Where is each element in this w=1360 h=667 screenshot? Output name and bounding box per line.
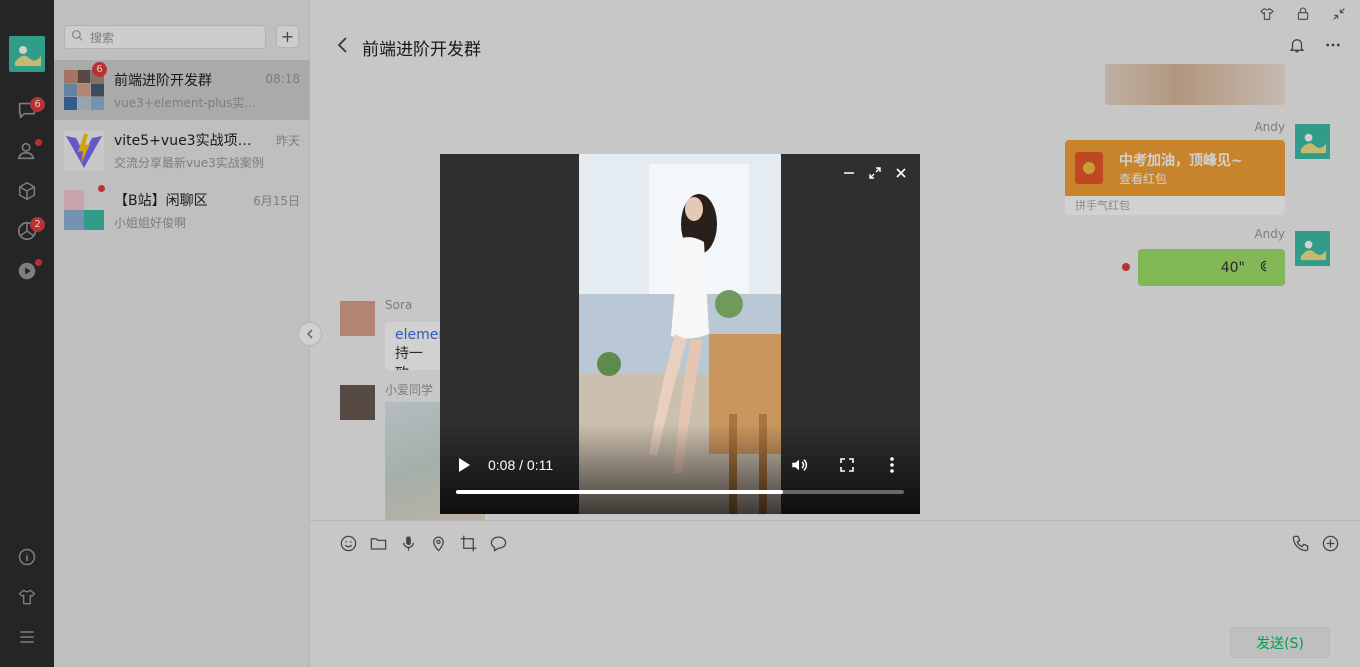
play-icon[interactable] bbox=[456, 456, 472, 478]
player-window-controls bbox=[842, 166, 908, 180]
fullscreen-icon[interactable] bbox=[839, 457, 855, 477]
minimize-icon[interactable] bbox=[842, 166, 856, 180]
progress-fill bbox=[456, 490, 784, 494]
volume-icon[interactable] bbox=[790, 456, 808, 478]
maximize-icon[interactable] bbox=[868, 166, 882, 180]
video-player[interactable]: 0:08 / 0:11 bbox=[440, 154, 920, 514]
video-time: 0:08 / 0:11 bbox=[488, 457, 554, 473]
more-vertical-icon[interactable] bbox=[888, 456, 896, 478]
progress-bar[interactable] bbox=[456, 490, 904, 494]
close-icon[interactable] bbox=[894, 166, 908, 180]
